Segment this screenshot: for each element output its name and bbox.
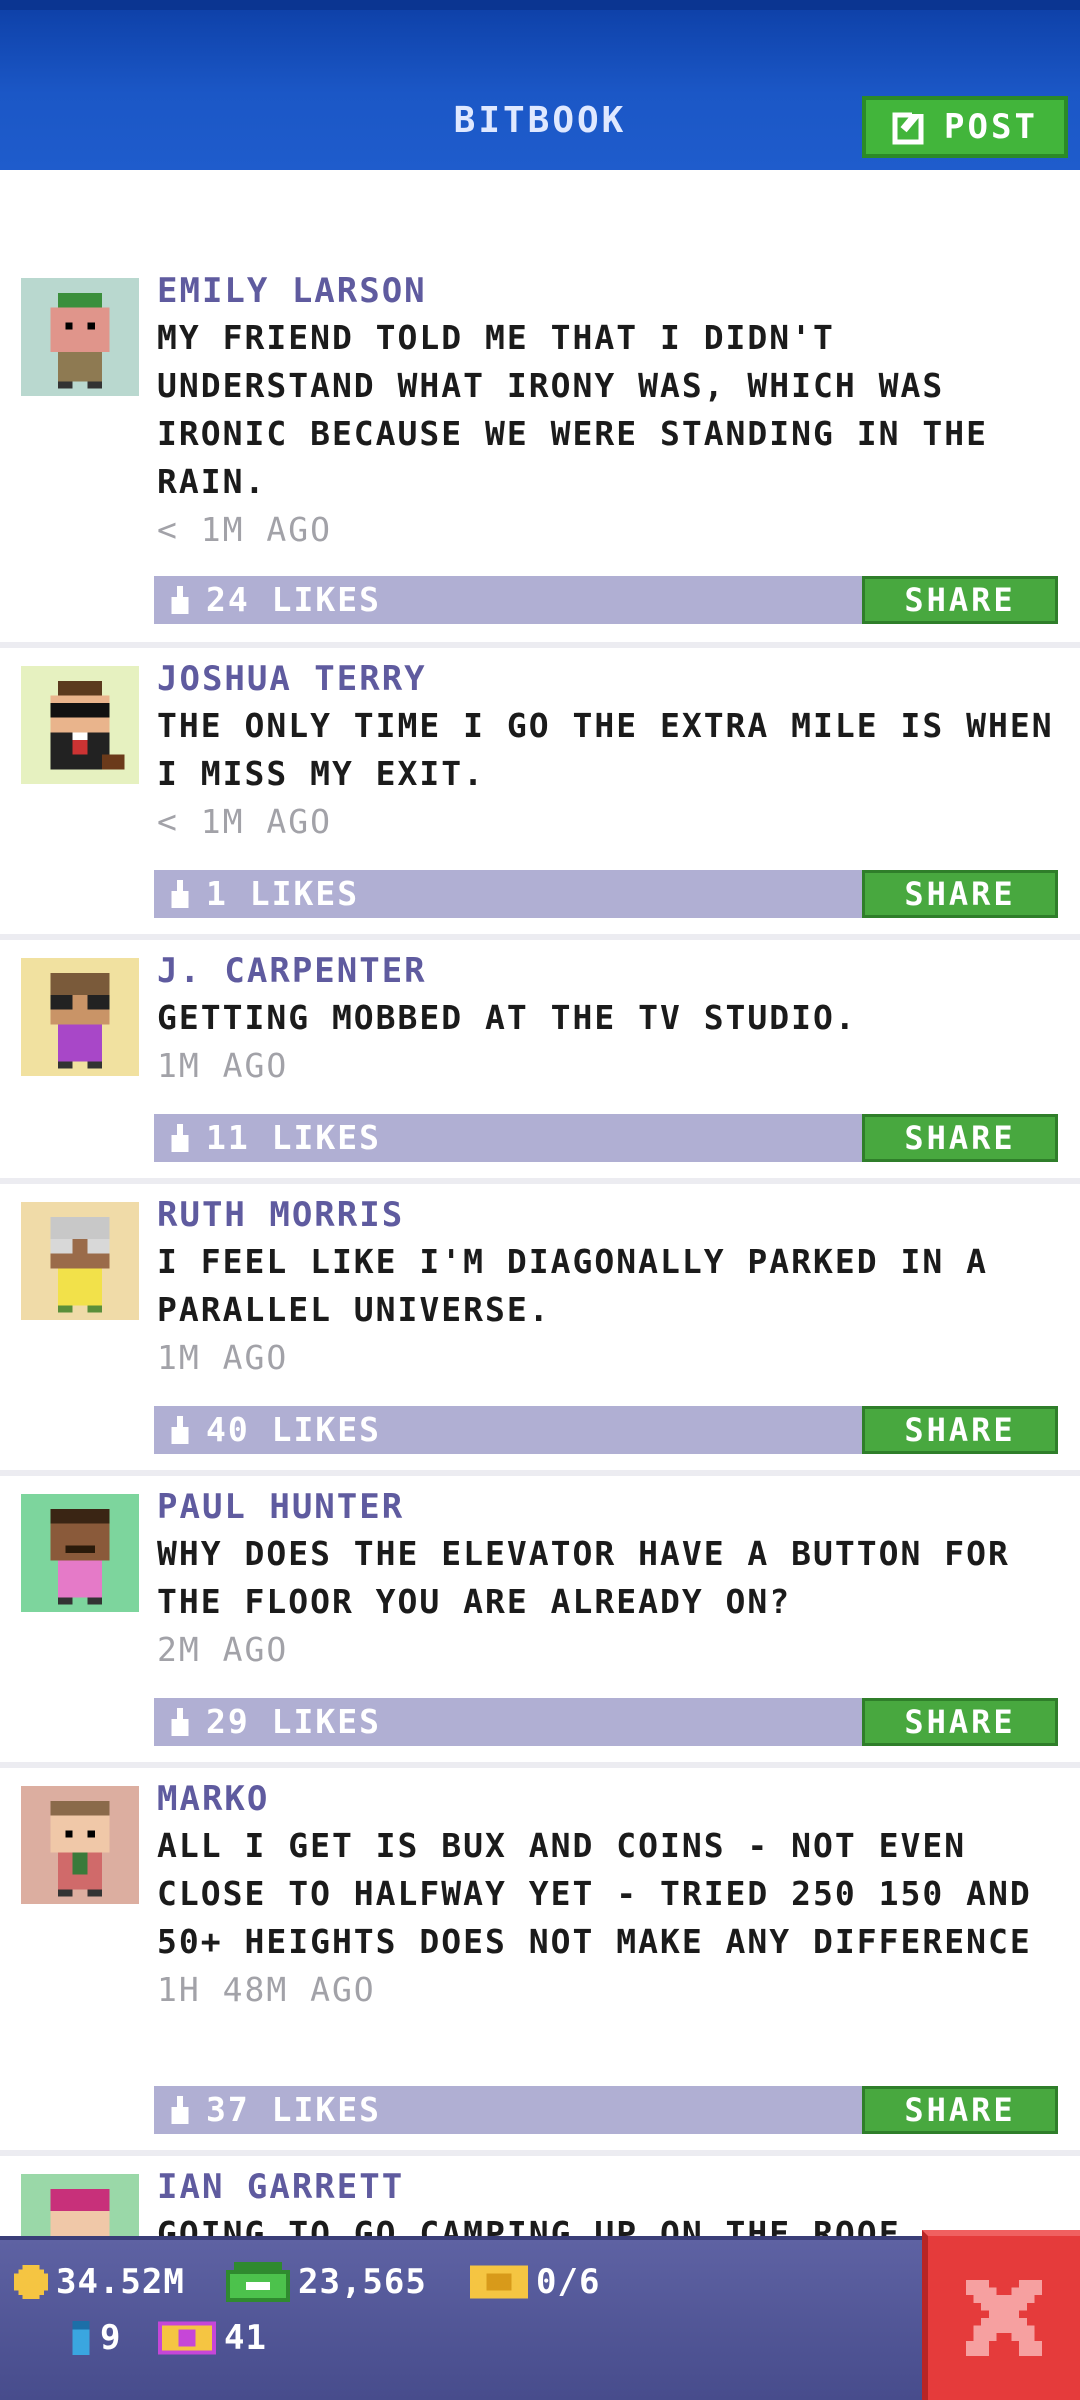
post-time: 1H 48M AGO bbox=[157, 1970, 376, 2009]
share-button[interactable]: SHARE bbox=[862, 1698, 1058, 1746]
thumbs-up-icon[interactable] bbox=[168, 1124, 192, 1152]
bux-stat: 23,565 bbox=[226, 2262, 427, 2302]
post-author[interactable]: IAN GARRETT bbox=[157, 2164, 1062, 2210]
like-bar: 24 LIKES SHARE bbox=[154, 576, 1058, 624]
post-author[interactable]: EMILY LARSON bbox=[157, 268, 1062, 314]
like-bar: 40 LIKES SHARE bbox=[154, 1406, 1058, 1454]
share-button[interactable]: SHARE bbox=[862, 1114, 1058, 1162]
like-bar: 11 LIKES SHARE bbox=[154, 1114, 1058, 1162]
bitizen-icon bbox=[72, 2321, 90, 2355]
post-text: ALL I GET IS BUX AND COINS - NOT EVEN CL… bbox=[157, 1826, 1032, 1961]
feed-post: RUTH MORRIS I FEEL LIKE I'M DIAGONALLY P… bbox=[0, 1184, 1080, 1470]
post-text: MY FRIEND TOLD ME THAT I DIDN'T UNDERSTA… bbox=[157, 318, 988, 501]
post-text: I FEEL LIKE I'M DIAGONALLY PARKED IN A P… bbox=[157, 1242, 988, 1329]
avatar bbox=[21, 958, 139, 1076]
coin-icon bbox=[14, 2265, 48, 2299]
feed-post: IAN GARRETT GOING TO GO CAMPING UP ON TH… bbox=[0, 2156, 1080, 2236]
post-time: 1M AGO bbox=[157, 1338, 289, 1377]
avatar-carpenter-icon bbox=[21, 958, 139, 1076]
thumbs-up-icon[interactable] bbox=[168, 880, 192, 908]
post-author[interactable]: RUTH MORRIS bbox=[157, 1192, 1062, 1238]
feed-post: EMILY LARSON MY FRIEND TOLD ME THAT I DI… bbox=[0, 170, 1080, 642]
avatar-emily-icon bbox=[21, 278, 139, 396]
status-strip bbox=[0, 0, 1080, 10]
close-button[interactable] bbox=[922, 2230, 1080, 2400]
likes-count: 11 LIKES bbox=[206, 1118, 381, 1157]
like-bar: 37 LIKES SHARE bbox=[154, 2086, 1058, 2134]
tickets-value: 0/6 bbox=[536, 2262, 601, 2302]
post-text: WHY DOES THE ELEVATOR HAVE A BUTTON FOR … bbox=[157, 1534, 1010, 1621]
likes-count: 37 LIKES bbox=[206, 2090, 381, 2129]
post-button-label: POST bbox=[944, 107, 1038, 147]
post-time: < 1M AGO bbox=[157, 802, 332, 841]
avatar-paul-icon bbox=[21, 1494, 139, 1612]
bux-icon bbox=[226, 2262, 290, 2302]
likes-count: 29 LIKES bbox=[206, 1702, 381, 1741]
avatar-ian-icon bbox=[21, 2174, 139, 2236]
golden-ticket-icon bbox=[158, 2321, 216, 2355]
close-icon bbox=[966, 2280, 1042, 2356]
like-bar: 1 LIKES SHARE bbox=[154, 870, 1058, 918]
post-text: THE ONLY TIME I GO THE EXTRA MILE IS WHE… bbox=[157, 706, 1054, 793]
feed-list[interactable]: EMILY LARSON MY FRIEND TOLD ME THAT I DI… bbox=[0, 170, 1080, 2236]
blue-items-value: 9 bbox=[100, 2318, 122, 2358]
coins-value: 34.52M bbox=[56, 2262, 185, 2302]
compose-icon bbox=[892, 108, 925, 145]
thumbs-up-icon[interactable] bbox=[168, 2096, 192, 2124]
status-bar: 34.52M 23,565 0/6 9 41 bbox=[0, 2236, 1080, 2400]
post-time: 2M AGO bbox=[157, 1630, 289, 1669]
like-bar: 29 LIKES SHARE bbox=[154, 1698, 1058, 1746]
likes-count: 40 LIKES bbox=[206, 1410, 381, 1449]
post-author[interactable]: PAUL HUNTER bbox=[157, 1484, 1062, 1530]
avatar bbox=[21, 2174, 139, 2236]
feed-post: JOSHUA TERRY THE ONLY TIME I GO THE EXTR… bbox=[0, 648, 1080, 934]
coins-stat: 34.52M bbox=[14, 2262, 185, 2302]
feed-post: PAUL HUNTER WHY DOES THE ELEVATOR HAVE A… bbox=[0, 1476, 1080, 1762]
avatar bbox=[21, 1202, 139, 1320]
app-header: BITBOOK POST bbox=[0, 0, 1080, 170]
post-text: GETTING MOBBED AT THE TV STUDIO. bbox=[157, 998, 857, 1037]
avatar bbox=[21, 1494, 139, 1612]
post-author[interactable]: JOSHUA TERRY bbox=[157, 656, 1062, 702]
avatar-marko-icon bbox=[21, 1786, 139, 1904]
golden-tickets-value: 41 bbox=[224, 2318, 267, 2358]
bux-value: 23,565 bbox=[298, 2262, 427, 2302]
feed-post: MARKO ALL I GET IS BUX AND COINS - NOT E… bbox=[0, 1768, 1080, 2150]
post-author[interactable]: J. CARPENTER bbox=[157, 948, 1062, 994]
ticket-icon bbox=[470, 2265, 528, 2299]
post-time: < 1M AGO bbox=[157, 510, 332, 549]
share-button[interactable]: SHARE bbox=[862, 2086, 1058, 2134]
avatar bbox=[21, 1786, 139, 1904]
avatar bbox=[21, 666, 139, 784]
share-button[interactable]: SHARE bbox=[862, 576, 1058, 624]
post-author[interactable]: MARKO bbox=[157, 1776, 1062, 1822]
likes-count: 24 LIKES bbox=[206, 580, 381, 619]
avatar-ruth-icon bbox=[21, 1202, 139, 1320]
thumbs-up-icon[interactable] bbox=[168, 1708, 192, 1736]
share-button[interactable]: SHARE bbox=[862, 870, 1058, 918]
thumbs-up-icon[interactable] bbox=[168, 1416, 192, 1444]
tickets-stat: 0/6 bbox=[470, 2262, 600, 2302]
blue-items-stat: 9 bbox=[70, 2318, 121, 2358]
golden-tickets-stat: 41 bbox=[158, 2318, 267, 2358]
post-button[interactable]: POST bbox=[862, 96, 1068, 158]
avatar-joshua-icon bbox=[21, 666, 139, 784]
post-time: 1M AGO bbox=[157, 1046, 289, 1085]
likes-count: 1 LIKES bbox=[206, 874, 360, 913]
share-button[interactable]: SHARE bbox=[862, 1406, 1058, 1454]
feed-post: J. CARPENTER GETTING MOBBED AT THE TV ST… bbox=[0, 940, 1080, 1178]
avatar bbox=[21, 278, 139, 396]
thumbs-up-icon[interactable] bbox=[168, 586, 192, 614]
